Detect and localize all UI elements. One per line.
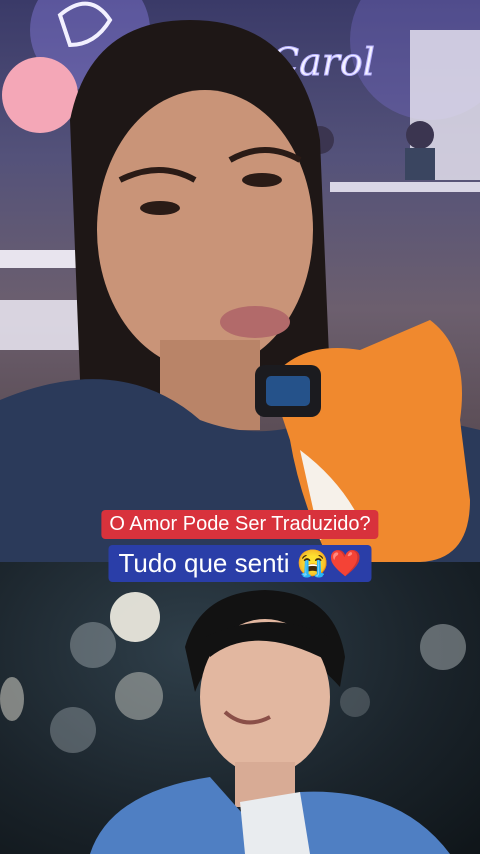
drama-clip-frame [0, 562, 480, 854]
drama-scene-illustration [90, 590, 450, 854]
subtitle-text: Tudo que senti [118, 548, 290, 578]
subtitle-caption: Tudo que senti 😭❤️ [108, 545, 372, 582]
reaction-video-frame: Carol [0, 0, 480, 562]
crying-face-icon: 😭 [296, 548, 330, 578]
reaction-scene-illustration: Carol [0, 0, 480, 562]
video-title-caption: O Amor Pode Ser Traduzido? [101, 510, 379, 539]
video-title-text: O Amor Pode Ser Traduzido? [109, 513, 371, 535]
red-heart-icon: ❤️ [329, 548, 362, 578]
